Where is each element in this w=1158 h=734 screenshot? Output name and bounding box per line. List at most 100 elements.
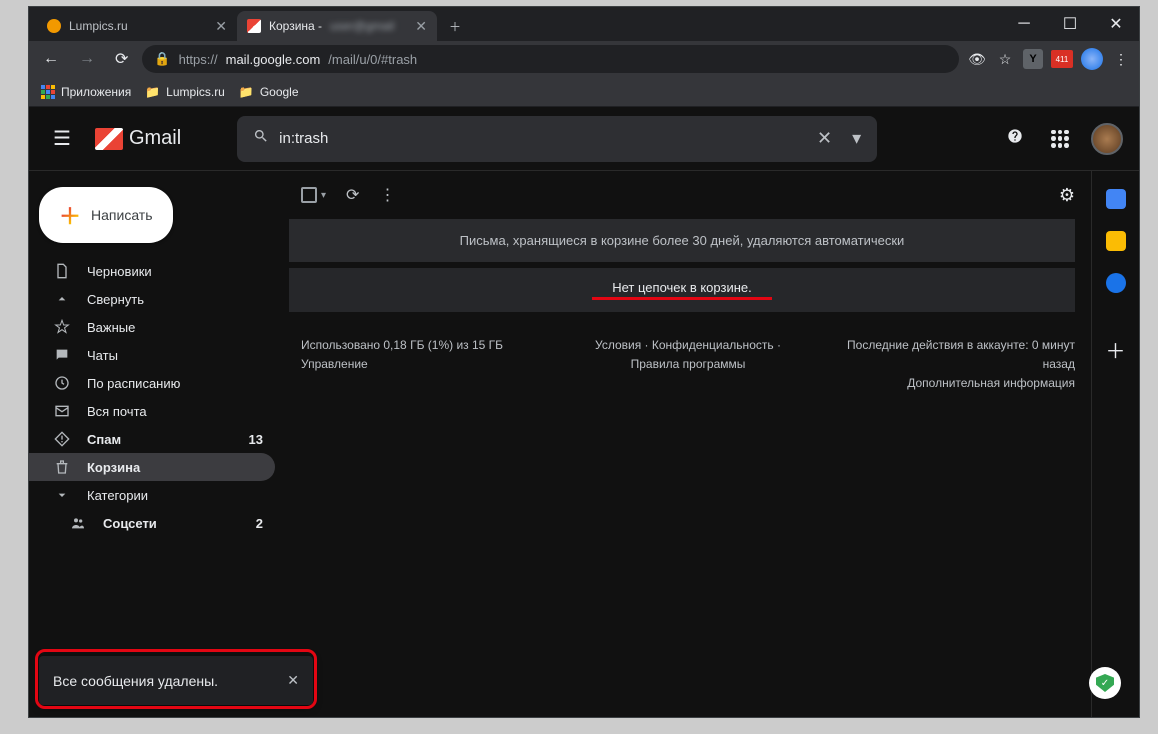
sidebar-item-star[interactable]: Важные <box>29 313 275 341</box>
titlebar: Lumpics.ru ✕ Корзина - user@gmail ✕ ＋ ─ … <box>29 7 1139 41</box>
more-button[interactable]: ⋮ <box>379 185 395 205</box>
bookmark-label: Приложения <box>61 85 131 99</box>
close-icon[interactable]: ✕ <box>287 672 299 689</box>
sidebar-item-label: Свернуть <box>87 292 144 307</box>
people-icon <box>69 515 87 531</box>
settings-button[interactable]: ⚙ <box>1059 185 1075 206</box>
sidebar: ＋ Написать Черновики Свернуть Важные Чат… <box>29 171 285 717</box>
reload-button[interactable]: ⟳ <box>109 45 134 73</box>
mail-icon <box>53 403 71 419</box>
toast-notification: Все сообщения удалены. ✕ <box>39 656 313 705</box>
main-pane: ▾ ⟳ ⋮ ⚙ Письма, хранящиеся в корзине бол… <box>285 171 1091 717</box>
sidebar-item-trash[interactable]: Корзина <box>29 453 275 481</box>
footer-activity: Последние действия в аккаунте: 0 минут н… <box>844 336 1075 394</box>
search-icon[interactable] <box>243 128 279 149</box>
bookmark-folder-2[interactable]: 📁 Google <box>239 85 299 99</box>
bookmarks-bar: Приложения 📁 Lumpics.ru 📁 Google <box>29 77 1139 107</box>
new-tab-button[interactable]: ＋ <box>437 11 473 41</box>
footer-terms[interactable]: Условия · Конфиденциальность · Правила п… <box>572 336 803 394</box>
empty-state: Нет цепочек в корзине. <box>289 268 1075 312</box>
bookmark-folder-1[interactable]: 📁 Lumpics.ru <box>145 85 225 99</box>
extension-y-icon[interactable]: Y <box>1023 49 1043 69</box>
close-icon[interactable]: ✕ <box>415 18 427 35</box>
tasks-icon[interactable] <box>1106 273 1126 293</box>
sidebar-item-people[interactable]: Соцсети 2 <box>29 509 275 537</box>
sidebar-item-label: По расписанию <box>87 376 180 391</box>
sidebar-item-label: Категории <box>87 488 148 503</box>
star-icon <box>53 319 71 335</box>
url-host: mail.google.com <box>226 52 321 67</box>
sidebar-item-label: Спам <box>87 432 121 447</box>
url-field[interactable]: 🔒 https://mail.google.com/mail/u/0/#tras… <box>142 45 959 73</box>
banner-text: Письма, хранящиеся в корзине более 30 дн… <box>460 233 905 248</box>
close-button[interactable]: ✕ <box>1093 7 1139 41</box>
empty-text: Нет цепочек в корзине. <box>612 280 751 295</box>
dropdown-icon[interactable]: ▾ <box>842 128 871 149</box>
side-panel: ＋ <box>1091 171 1139 717</box>
security-badge[interactable]: ✓ <box>1089 667 1121 699</box>
trash-icon <box>53 459 71 475</box>
tab-title: Lumpics.ru <box>69 19 128 33</box>
tab-title: Корзина - <box>269 19 322 33</box>
compose-button[interactable]: ＋ Написать <box>39 187 173 243</box>
favicon-icon <box>247 19 261 33</box>
auto-delete-banner: Письма, хранящиеся в корзине более 30 дн… <box>289 219 1075 262</box>
clear-icon[interactable]: ✕ <box>807 128 842 149</box>
activity-link[interactable]: Дополнительная информация <box>844 374 1075 393</box>
eye-icon[interactable]: 👁 <box>967 49 987 69</box>
profile-avatar[interactable] <box>1081 48 1103 70</box>
tab-1[interactable]: Lumpics.ru ✕ <box>37 11 237 41</box>
favicon-icon <box>47 19 61 33</box>
header-right <box>1001 122 1123 155</box>
menu-icon[interactable]: ⋮ <box>1111 49 1131 69</box>
tab-title-suffix: user@gmail <box>330 19 394 33</box>
apps-button[interactable] <box>1045 124 1075 154</box>
star-icon[interactable]: ☆ <box>995 49 1015 69</box>
storage-link[interactable]: Управление <box>301 355 532 374</box>
sidebar-item-spam[interactable]: Спам 13 <box>29 425 275 453</box>
refresh-button[interactable]: ⟳ <box>346 185 359 205</box>
keep-icon[interactable] <box>1106 231 1126 251</box>
app-header: ☰ Gmail ✕ ▾ <box>29 107 1139 171</box>
account-avatar[interactable] <box>1091 123 1123 155</box>
search-input[interactable] <box>279 130 807 147</box>
bookmark-apps[interactable]: Приложения <box>41 85 131 99</box>
spam-icon <box>53 431 71 447</box>
add-addon-button[interactable]: ＋ <box>1106 335 1126 364</box>
calendar-icon[interactable] <box>1106 189 1126 209</box>
file-icon <box>53 263 71 279</box>
tab-2[interactable]: Корзина - user@gmail ✕ <box>237 11 437 41</box>
address-bar: ← → ⟳ 🔒 https://mail.google.com/mail/u/0… <box>29 41 1139 77</box>
chat-icon <box>53 347 71 363</box>
gmail-m-icon <box>95 128 123 150</box>
back-button[interactable]: ← <box>37 46 65 72</box>
chevron-up-icon <box>53 291 71 307</box>
forward-button[interactable]: → <box>73 46 101 72</box>
sidebar-item-count: 2 <box>256 516 263 531</box>
storage-text: Использовано 0,18 ГБ (1%) из 15 ГБ <box>301 336 532 355</box>
shield-icon: ✓ <box>1096 674 1114 692</box>
sidebar-item-file[interactable]: Черновики <box>29 257 275 285</box>
app-body: ＋ Написать Черновики Свернуть Важные Чат… <box>29 171 1139 717</box>
bookmark-label: Lumpics.ru <box>166 85 225 99</box>
maximize-button[interactable]: ☐ <box>1047 7 1093 41</box>
sidebar-item-label: Вся почта <box>87 404 147 419</box>
sidebar-item-label: Черновики <box>87 264 152 279</box>
footer-storage: Использовано 0,18 ГБ (1%) из 15 ГБ Управ… <box>301 336 532 394</box>
sidebar-item-chat[interactable]: Чаты <box>29 341 275 369</box>
sidebar-item-mail[interactable]: Вся почта <box>29 397 275 425</box>
sidebar-item-clock[interactable]: По расписанию <box>29 369 275 397</box>
extension-badge[interactable]: 411 <box>1051 50 1073 68</box>
minimize-button[interactable]: ─ <box>1001 7 1047 41</box>
close-icon[interactable]: ✕ <box>215 18 227 35</box>
hamburger-button[interactable]: ☰ <box>45 118 79 159</box>
terms-text: Условия · Конфиденциальность · Правила п… <box>595 338 781 371</box>
url-path: /mail/u/0/#trash <box>328 52 417 67</box>
select-all[interactable]: ▾ <box>301 187 326 203</box>
tab-strip: Lumpics.ru ✕ Корзина - user@gmail ✕ ＋ <box>29 7 1001 41</box>
sidebar-item-chevron-up[interactable]: Свернуть <box>29 285 275 313</box>
help-button[interactable] <box>1001 122 1029 155</box>
gmail-logo[interactable]: Gmail <box>95 127 181 150</box>
sidebar-item-caret[interactable]: Категории <box>29 481 275 509</box>
chevron-down-icon: ▾ <box>321 190 326 201</box>
